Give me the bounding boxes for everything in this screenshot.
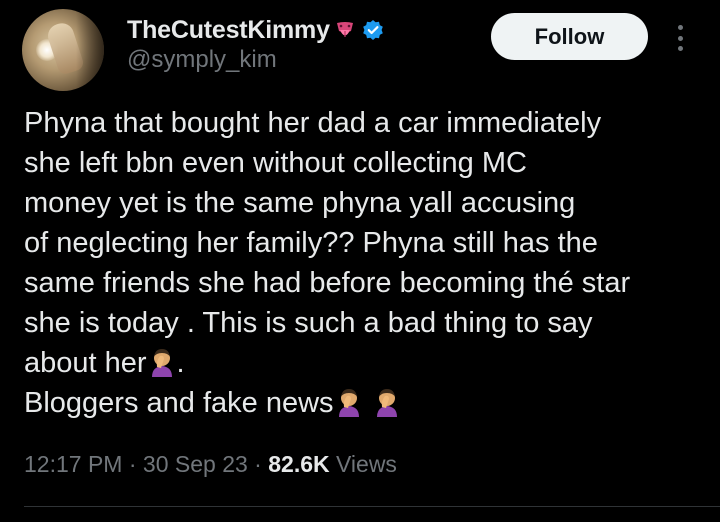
tweet-line-with-emoji: Bloggers and fake news	[24, 383, 714, 423]
tweet-line: money yet is the same phyna yall accusin…	[24, 187, 576, 219]
views-count[interactable]: 82.6K	[268, 451, 329, 477]
verified-badge-icon	[362, 20, 383, 40]
more-dot	[677, 25, 683, 30]
meta-separator: ·	[128, 451, 137, 477]
tweet-line: she is today . This is such a bad thing …	[24, 307, 593, 339]
facepalm-emoji-icon	[376, 389, 397, 417]
views-label: Views	[336, 451, 397, 477]
tongue-emoji-icon	[336, 22, 353, 37]
more-dot	[677, 35, 683, 41]
tweet-line: Phyna that bought her dad a car immediat…	[24, 107, 602, 139]
tweet-line-text: .	[176, 347, 185, 379]
facepalm-emoji-icon	[338, 389, 359, 417]
author-name-row: TheCutestKimmy	[127, 14, 384, 46]
tweet-meta: 12:17 PM · 30 Sep 23 · 82.6K Views	[24, 451, 397, 478]
tweet-line-text: about her	[24, 347, 147, 379]
divider	[24, 506, 720, 507]
tweet-line: of neglecting her family?? Phyna still h…	[24, 227, 598, 259]
tweet-date[interactable]: 30 Sep 23	[143, 451, 248, 477]
author-display-name[interactable]: TheCutestKimmy	[127, 16, 330, 45]
tweet-time[interactable]: 12:17 PM	[24, 451, 122, 477]
tweet-line-with-emoji: about her .	[24, 343, 714, 383]
tweet-line: same friends she had before becoming thé…	[24, 267, 631, 299]
follow-button[interactable]: Follow	[491, 13, 648, 60]
tweet-line: she left bbn even without collecting MC	[24, 147, 527, 179]
more-options-icon[interactable]	[668, 22, 692, 54]
avatar[interactable]	[22, 9, 104, 91]
tweet-line-text: Bloggers and fake news	[24, 387, 334, 419]
facepalm-emoji-icon	[151, 349, 172, 377]
tweet-text: Phyna that bought her dad a car immediat…	[24, 103, 714, 423]
more-dot	[677, 46, 683, 51]
meta-separator: ·	[254, 451, 262, 477]
tweet-card: TheCutestKimmy @symply_kim Follow Phyna …	[0, 0, 720, 522]
author-handle[interactable]: @symply_kim	[127, 46, 277, 74]
avatar-shade	[76, 9, 104, 91]
